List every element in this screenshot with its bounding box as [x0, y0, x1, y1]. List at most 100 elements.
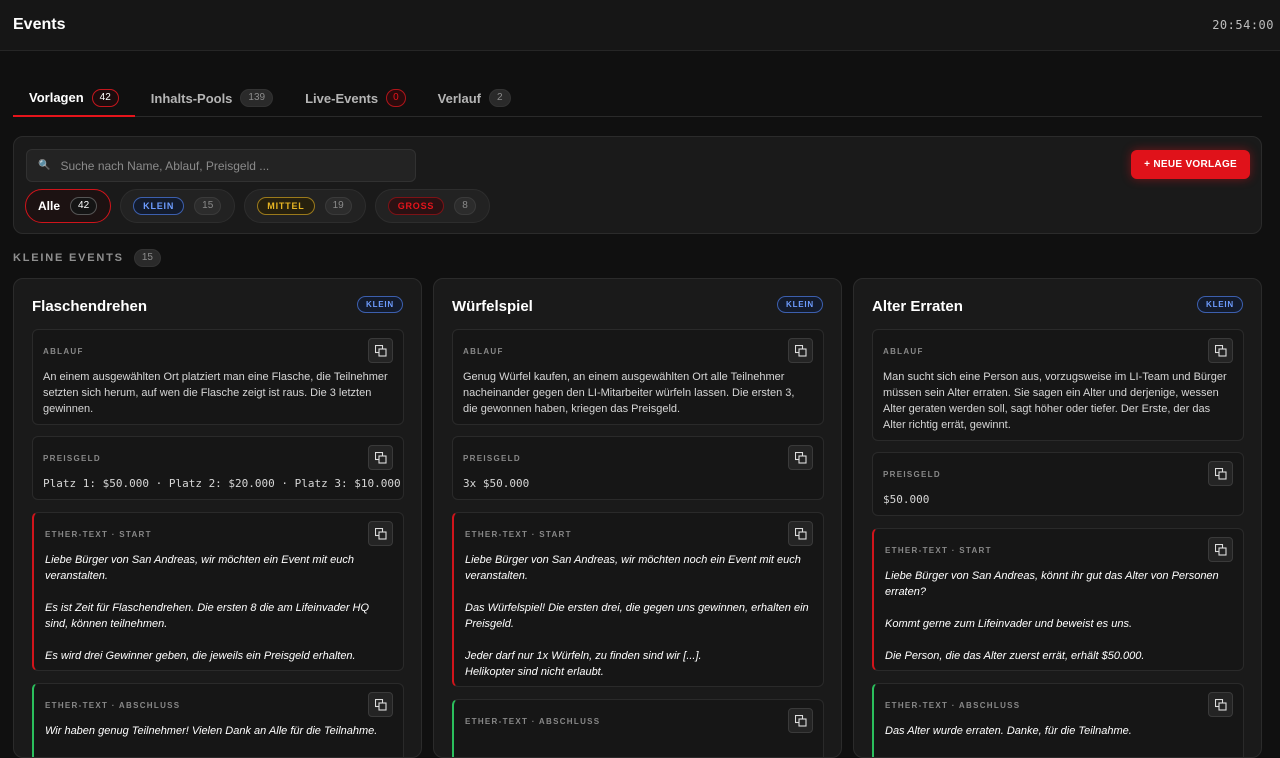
filter-chip-alle[interactable]: Alle 42: [25, 189, 112, 223]
copy-button[interactable]: [1208, 461, 1233, 486]
filter-chip-gross[interactable]: GROSS 8: [374, 189, 490, 223]
copy-button[interactable]: [368, 692, 393, 717]
filter-chip-mittel[interactable]: MITTEL 19: [244, 189, 366, 223]
filter-chip-count: 15: [194, 197, 222, 215]
filter-chip-label: GROSS: [387, 197, 445, 215]
preisgeld-value: $50.000: [883, 493, 930, 506]
preisgeld-block: PREISGELD 3x $50.000: [452, 436, 824, 500]
size-badge: KLEIN: [777, 296, 823, 313]
event-card-alter-erraten: Alter Erraten KLEIN ABLAUF Man sucht sic…: [853, 278, 1262, 758]
copy-button[interactable]: [368, 445, 393, 470]
copy-icon: [374, 527, 387, 540]
section-title: KLEINE EVENTS: [13, 252, 124, 264]
copy-icon: [794, 344, 807, 357]
block-label: ETHER-TEXT · START: [885, 546, 992, 555]
tab-label: Verlauf: [437, 90, 482, 106]
copy-icon: [1214, 543, 1227, 556]
ablauf-block: ABLAUF Genug Würfel kaufen, an einem aus…: [452, 329, 824, 425]
card-title: Alter Erraten: [872, 298, 963, 315]
ether-start-block: ETHER-TEXT · START Liebe Bürger von San …: [452, 512, 824, 687]
block-label: ABLAUF: [463, 347, 504, 356]
preisgeld-value: Platz 1: $50.000 · Platz 2: $20.000 · Pl…: [43, 477, 401, 490]
preisgeld-block: PREISGELD $50.000: [872, 452, 1244, 516]
ether-end-block: ETHER-TEXT · ABSCHLUSS: [452, 699, 824, 757]
card-title: Flaschendrehen: [32, 298, 148, 315]
search-box: 🔍: [26, 149, 416, 182]
copy-button[interactable]: [788, 338, 813, 363]
block-label: ETHER-TEXT · ABSCHLUSS: [885, 701, 1021, 710]
block-label: ETHER-TEXT · START: [45, 530, 152, 539]
block-label: ABLAUF: [43, 347, 84, 356]
copy-icon: [794, 527, 807, 540]
tab-label: Inhalts-Pools: [150, 90, 233, 106]
event-card-wuerfelspiel: Würfelspiel KLEIN ABLAUF Genug Würfel ka…: [433, 278, 842, 758]
copy-icon: [1214, 467, 1227, 480]
tab-bar: Vorlagen 42 Inhalts-Pools 139 Live-Event…: [13, 80, 1262, 117]
copy-icon: [1214, 698, 1227, 711]
preisgeld-block: PREISGELD Platz 1: $50.000 · Platz 2: $2…: [32, 436, 404, 500]
copy-button[interactable]: [368, 338, 393, 363]
ether-start-text: Liebe Bürger von San Andreas, wir möchte…: [465, 554, 809, 678]
filter-chip-count: 42: [70, 197, 98, 215]
block-label: ABLAUF: [883, 347, 924, 356]
filter-chip-klein[interactable]: KLEIN 15: [120, 189, 236, 223]
size-badge: KLEIN: [357, 296, 403, 313]
tab-live-events[interactable]: Live-Events 0: [289, 80, 422, 116]
tab-label: Live-Events: [305, 90, 379, 106]
filter-chip-label: Alle: [38, 199, 61, 213]
page-title: Events: [13, 16, 66, 33]
top-bar: Events 20:54:00: [0, 0, 1280, 51]
tab-label: Vorlagen: [29, 90, 84, 105]
filter-chips: Alle 42 KLEIN 15 MITTEL 19 GROSS 8: [25, 189, 490, 223]
block-label: PREISGELD: [43, 454, 101, 463]
copy-button[interactable]: [1208, 692, 1233, 717]
copy-icon: [1214, 344, 1227, 357]
ether-start-block: ETHER-TEXT · START Liebe Bürger von San …: [32, 512, 404, 671]
ether-end-block: ETHER-TEXT · ABSCHLUSS Wir haben genug T…: [32, 683, 404, 757]
ablauf-block: ABLAUF An einem ausgewählten Ort platzie…: [32, 329, 404, 425]
card-title: Würfelspiel: [452, 298, 533, 315]
block-label: PREISGELD: [463, 454, 521, 463]
search-input[interactable]: [60, 158, 401, 173]
section-count: 15: [133, 249, 161, 267]
tab-count-badge: 42: [91, 88, 119, 107]
ablauf-text: An einem ausgewählten Ort platziert man …: [43, 371, 388, 415]
tab-count-badge: 0: [386, 89, 406, 107]
filter-chip-label: MITTEL: [257, 197, 315, 215]
event-card-flaschendrehen: Flaschendrehen KLEIN ABLAUF An einem aus…: [13, 278, 422, 758]
copy-button[interactable]: [1208, 338, 1233, 363]
ether-start-block: ETHER-TEXT · START Liebe Bürger von San …: [872, 528, 1244, 671]
copy-button[interactable]: [788, 521, 813, 546]
filter-chip-count: 19: [324, 197, 352, 215]
copy-button[interactable]: [788, 445, 813, 470]
copy-icon: [794, 451, 807, 464]
block-label: ETHER-TEXT · ABSCHLUSS: [465, 717, 601, 726]
filter-chip-count: 8: [454, 197, 476, 215]
section-header: KLEINE EVENTS 15: [13, 249, 161, 267]
tab-inhalts-pools[interactable]: Inhalts-Pools 139: [135, 80, 289, 116]
tab-count-badge: 2: [489, 89, 511, 107]
block-label: ETHER-TEXT · START: [465, 530, 572, 539]
tab-count-badge: 139: [240, 89, 274, 107]
copy-icon: [374, 344, 387, 357]
copy-icon: [794, 714, 807, 727]
search-icon: 🔍: [38, 160, 51, 171]
block-label: PREISGELD: [883, 470, 941, 479]
ether-start-text: Liebe Bürger von San Andreas, wir möchte…: [45, 554, 370, 662]
ablauf-block: ABLAUF Man sucht sich eine Person aus, v…: [872, 329, 1244, 441]
clock: 20:54:00: [1212, 18, 1274, 32]
tab-verlauf[interactable]: Verlauf 2: [422, 80, 527, 116]
copy-button[interactable]: [788, 708, 813, 733]
copy-button[interactable]: [1208, 537, 1233, 562]
tab-vorlagen[interactable]: Vorlagen 42: [13, 80, 135, 117]
size-badge: KLEIN: [1197, 296, 1243, 313]
filter-chip-label: KLEIN: [133, 197, 185, 215]
ablauf-text: Genug Würfel kaufen, an einem ausgewählt…: [463, 371, 795, 415]
ether-start-text: Liebe Bürger von San Andreas, könnt ihr …: [885, 570, 1219, 662]
block-label: ETHER-TEXT · ABSCHLUSS: [45, 701, 181, 710]
new-template-button[interactable]: + NEUE VORLAGE: [1131, 150, 1250, 179]
ether-end-block: ETHER-TEXT · ABSCHLUSS Das Alter wurde e…: [872, 683, 1244, 757]
filter-panel: 🔍 + NEUE VORLAGE Alle 42 KLEIN 15 MITTEL…: [13, 136, 1262, 234]
ablauf-text: Man sucht sich eine Person aus, vorzugsw…: [883, 371, 1227, 431]
copy-button[interactable]: [368, 521, 393, 546]
